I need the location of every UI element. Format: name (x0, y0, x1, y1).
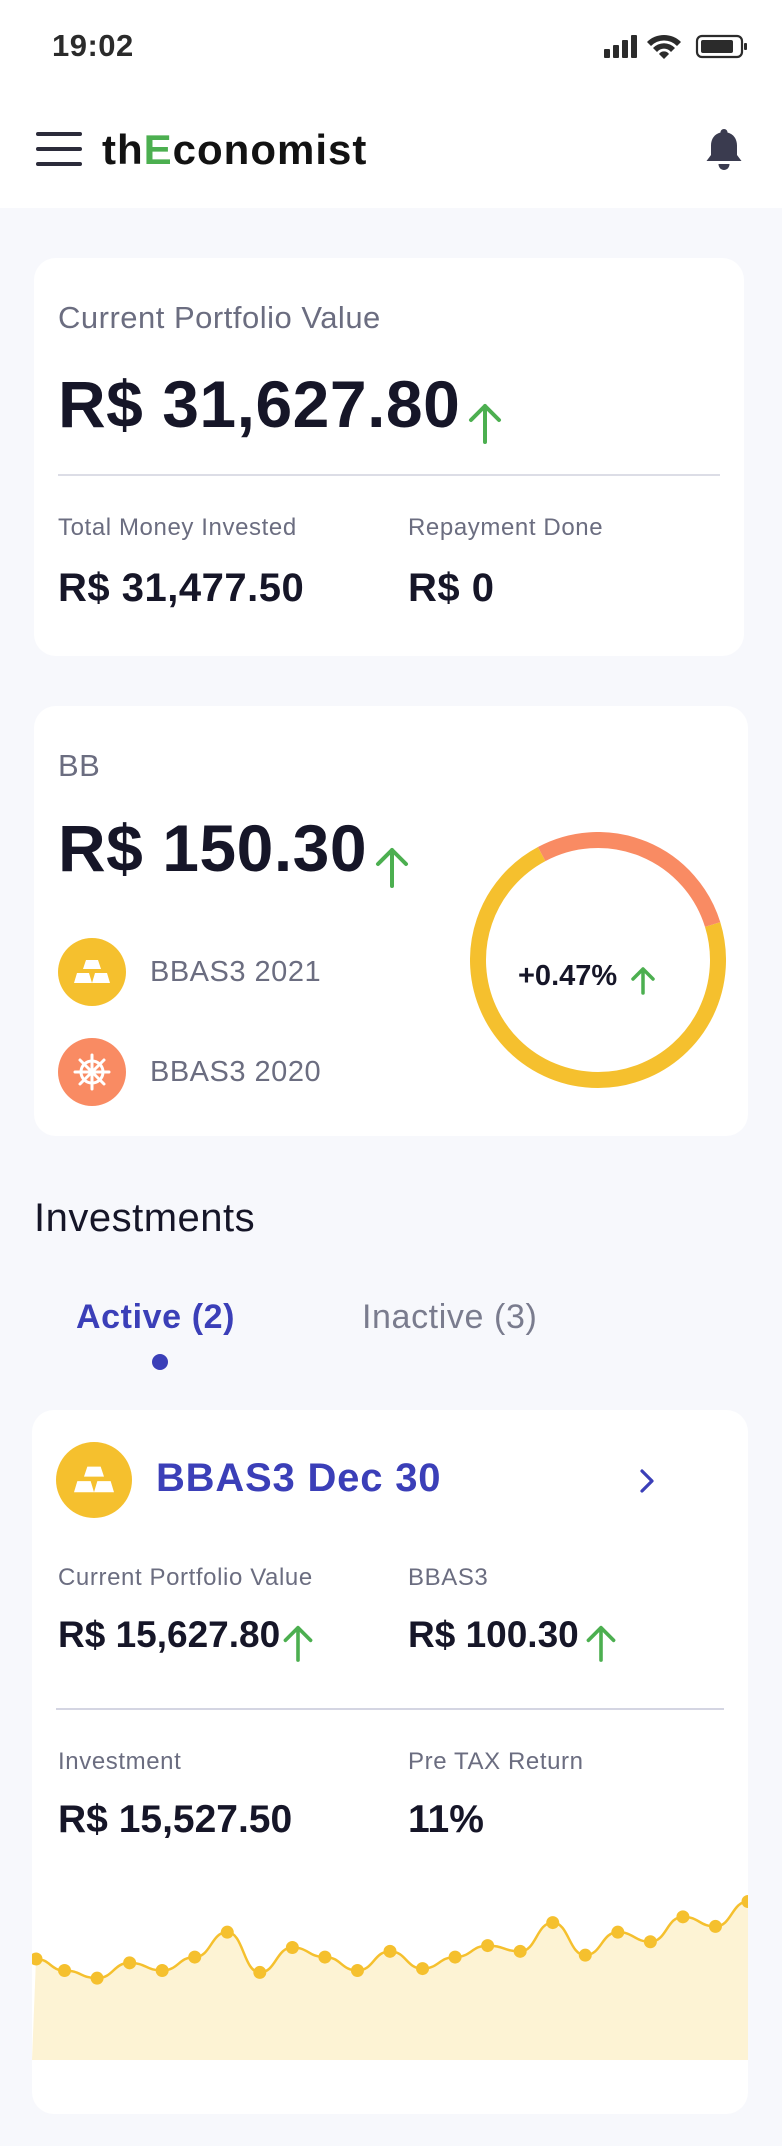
status-icons (602, 32, 752, 59)
current-value-label: Current Portfolio Value (58, 1564, 313, 1591)
cellular-signal-icon (604, 35, 637, 58)
tab-inactive[interactable]: Inactive (3) (362, 1298, 537, 1337)
sparkline-point (448, 1950, 462, 1964)
bb-value: R$ 150.30 (58, 811, 368, 885)
brand-logo: thEconomist (102, 126, 368, 173)
performance-sparkline-chart (32, 1895, 748, 2060)
investment-name[interactable]: BBAS3 Dec 30 (156, 1456, 441, 1501)
sparkline-point (578, 1948, 592, 1962)
gold-bars-icon (58, 938, 126, 1006)
chevron-right-icon[interactable] (636, 1466, 658, 1496)
sparkline-point (481, 1939, 495, 1953)
sparkline-area (32, 1901, 748, 2060)
donut-segment-coral (537, 832, 721, 927)
repayment-label: Repayment Done (408, 514, 604, 541)
investment-value: R$ 15,527.50 (58, 1798, 293, 1841)
investment-card[interactable]: BBAS3 Dec 30 Current Portfolio Value R$ … (32, 1410, 748, 2114)
up-arrow-icon (630, 967, 655, 995)
sparkline-point (90, 1971, 104, 1985)
up-arrow-icon (283, 1625, 313, 1662)
battery-icon (695, 34, 747, 59)
sparkline-point (58, 1964, 72, 1977)
sparkline-point (285, 1941, 299, 1954)
bb-value-row: R$ 150.30 (58, 810, 412, 890)
pretax-label: Pre TAX Return (408, 1748, 584, 1775)
sparkline-point (318, 1950, 332, 1964)
pretax-value: 11% (408, 1798, 484, 1841)
sparkline-point (676, 1910, 690, 1924)
tab-active[interactable]: Active (2) (76, 1298, 235, 1337)
hamburger-menu-icon[interactable] (36, 132, 82, 168)
sparkline-point (513, 1944, 527, 1958)
status-time: 19:02 (52, 28, 134, 63)
investments-heading: Investments (34, 1196, 256, 1240)
ship-wheel-icon (58, 1038, 126, 1106)
wifi-icon (647, 34, 681, 59)
sparkline-point (123, 1956, 137, 1970)
repayment-value: R$ 0 (408, 566, 495, 610)
sparkline-point (643, 1935, 657, 1949)
current-value-row: R$ 15,627.80 (58, 1614, 316, 1664)
donut-center-text: +0.47% (518, 960, 618, 992)
portfolio-summary-card: Current Portfolio Value R$ 31,627.80 Tot… (34, 258, 744, 656)
bb-holding-card[interactable]: BB R$ 150.30 BBAS3 2021 BBAS3 2020 +0.47… (34, 706, 748, 1136)
sparkline-point (350, 1964, 364, 1977)
ticker-value: R$ 100.30 (408, 1614, 579, 1655)
portfolio-value: R$ 31,627.80 (58, 367, 461, 441)
current-value: R$ 15,627.80 (58, 1614, 281, 1655)
up-arrow-icon (375, 847, 408, 888)
sparkline-point (611, 1925, 625, 1939)
up-arrow-icon (586, 1625, 616, 1662)
bb-title: BB (58, 748, 101, 783)
sparkline-point (188, 1950, 202, 1964)
sparkline-point (383, 1944, 397, 1958)
investment-label: Investment (58, 1748, 182, 1775)
gold-bars-icon (56, 1442, 132, 1518)
total-invested-value: R$ 31,477.50 (58, 566, 305, 610)
sparkline-point (253, 1965, 267, 1979)
divider (56, 1708, 724, 1710)
sparkline-point (155, 1964, 169, 1977)
sparkline-point (220, 1925, 234, 1939)
sparkline-point (416, 1962, 430, 1976)
sparkline-point (546, 1916, 560, 1930)
bb-item-label: BBAS3 2021 (150, 956, 322, 988)
up-arrow-icon (468, 403, 501, 444)
donut-center: +0.47% (518, 960, 658, 996)
ticker-label: BBAS3 (408, 1564, 489, 1591)
portfolio-title: Current Portfolio Value (58, 300, 381, 335)
bell-icon[interactable] (702, 126, 746, 172)
bb-item-label: BBAS3 2020 (150, 1056, 322, 1088)
status-bar: 19:02 (0, 0, 782, 92)
sparkline-point (708, 1919, 722, 1933)
divider (58, 474, 720, 476)
total-invested-label: Total Money Invested (58, 514, 297, 541)
active-tab-indicator (152, 1354, 168, 1370)
ticker-value-row: R$ 100.30 (408, 1614, 619, 1664)
portfolio-value-row: R$ 31,627.80 (58, 366, 505, 446)
app-header: thEconomist (0, 92, 782, 208)
